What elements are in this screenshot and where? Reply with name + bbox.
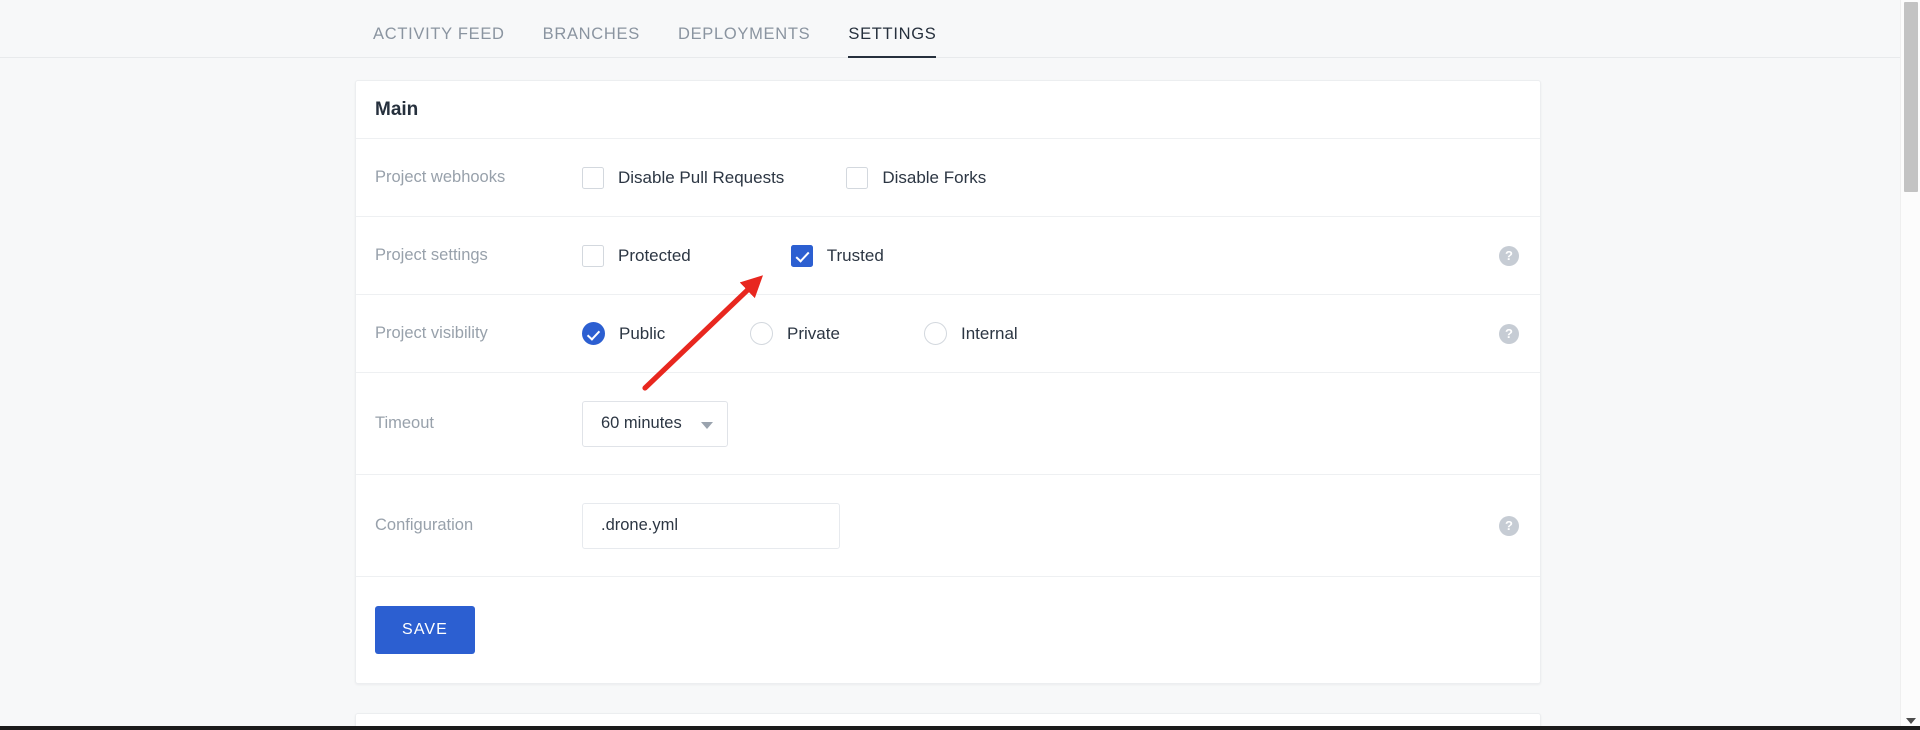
checkbox-box-trusted[interactable]	[790, 244, 813, 267]
help-icon-project-visibility[interactable]: ?	[1499, 323, 1519, 344]
checkbox-box-protected[interactable]	[582, 244, 604, 267]
tab-branches[interactable]: BRANCHES	[543, 0, 640, 58]
main-settings-card: Main Project webhooks Disable Pull Reque…	[355, 80, 1541, 684]
checkbox-disable-forks[interactable]: Disable Forks	[846, 166, 987, 189]
scrollbar-thumb[interactable]	[1904, 2, 1918, 192]
checkbox-label-disable-pull-requests: Disable Pull Requests	[618, 167, 785, 187]
timeout-select[interactable]: 60 minutes	[582, 400, 728, 447]
row-project-webhooks: Project webhooks Disable Pull Requests D…	[356, 139, 1540, 217]
scroll-down-arrow-icon[interactable]	[1906, 718, 1916, 724]
radio-internal[interactable]: Internal	[924, 322, 1018, 345]
chevron-down-icon[interactable]	[701, 421, 713, 429]
radio-label-internal: Internal	[961, 323, 1018, 343]
project-tabbar: ACTIVITY FEED BRANCHES DEPLOYMENTS SETTI…	[0, 0, 1900, 58]
radio-dot-private[interactable]	[750, 322, 773, 345]
row-project-settings: Project settings Protected Trusted ?	[356, 217, 1540, 295]
configuration-controls	[582, 502, 1540, 549]
webhooks-controls: Disable Pull Requests Disable Forks	[582, 166, 1540, 189]
checkbox-label-disable-forks: Disable Forks	[882, 167, 987, 187]
vertical-scrollbar[interactable]	[1900, 0, 1920, 730]
timeout-select-value: 60 minutes	[601, 414, 682, 432]
row-configuration: Configuration ?	[356, 475, 1540, 577]
label-timeout: Timeout	[375, 414, 434, 432]
checkbox-label-protected: Protected	[618, 245, 691, 265]
row-project-visibility: Project visibility Public Private Intern…	[356, 295, 1540, 373]
radio-label-private: Private	[787, 323, 840, 343]
radio-public[interactable]: Public	[582, 322, 750, 345]
checkbox-trusted[interactable]: Trusted	[790, 244, 884, 267]
label-configuration: Configuration	[375, 516, 474, 534]
label-project-visibility: Project visibility	[375, 324, 488, 342]
row-save: SAVE	[356, 577, 1540, 683]
label-project-webhooks: Project webhooks	[375, 168, 506, 186]
settings-controls: Protected Trusted	[582, 244, 1540, 267]
checkbox-box-disable-forks[interactable]	[846, 166, 869, 189]
settings-page: ACTIVITY FEED BRANCHES DEPLOYMENTS SETTI…	[0, 0, 1920, 730]
radio-label-public: Public	[619, 323, 666, 343]
label-project-settings: Project settings	[375, 246, 488, 264]
checkbox-box-disable-pull-requests[interactable]	[582, 166, 604, 189]
checkbox-disable-pull-requests[interactable]: Disable Pull Requests	[582, 166, 785, 189]
page-title: Main	[375, 98, 419, 120]
tab-activity-feed[interactable]: ACTIVITY FEED	[373, 0, 505, 58]
configuration-input[interactable]	[582, 502, 840, 549]
save-button[interactable]: SAVE	[375, 606, 475, 654]
help-icon-configuration[interactable]: ?	[1499, 515, 1519, 536]
timeout-controls: 60 minutes	[582, 400, 1540, 447]
radio-dot-public[interactable]	[582, 322, 605, 345]
visibility-controls: Public Private Internal	[582, 322, 1540, 345]
tab-deployments[interactable]: DEPLOYMENTS	[678, 0, 810, 58]
bottom-edge-bar	[0, 726, 1920, 730]
main-card-header: Main	[356, 81, 1540, 139]
help-icon-project-settings[interactable]: ?	[1499, 245, 1519, 266]
radio-private[interactable]: Private	[750, 322, 924, 345]
checkbox-label-trusted: Trusted	[826, 245, 884, 265]
checkbox-protected[interactable]: Protected	[582, 244, 691, 267]
tab-settings[interactable]: SETTINGS	[848, 0, 937, 58]
radio-dot-internal[interactable]	[924, 322, 947, 345]
row-timeout: Timeout 60 minutes	[356, 373, 1540, 475]
